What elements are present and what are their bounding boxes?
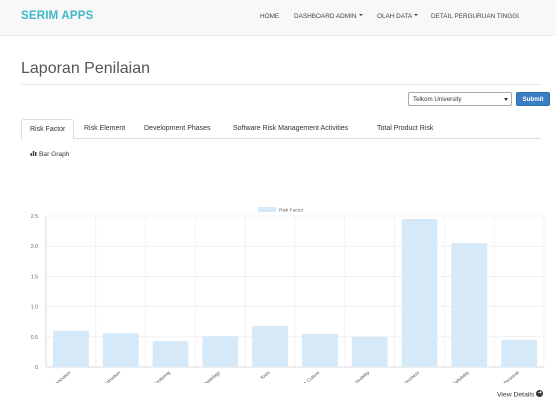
tab-total-product-risk[interactable]: Total Product Risk	[377, 119, 433, 139]
submit-button[interactable]: Submit	[516, 92, 550, 106]
y-tick-label: 1.5	[31, 274, 38, 280]
x-tick-label: Risk Culture	[298, 370, 321, 383]
tab-software-risk-management[interactable]: Software Risk Management Activities	[233, 119, 348, 139]
graph-label: Bar Graph	[30, 151, 69, 158]
x-tick-label: Usability	[354, 369, 371, 383]
y-tick-label: 0	[35, 365, 38, 371]
nav-home[interactable]: HOME	[260, 13, 279, 20]
bar	[252, 325, 289, 367]
x-tick-label: Personal	[503, 370, 520, 383]
bar	[152, 341, 189, 367]
legend-swatch	[258, 207, 276, 212]
tab-risk-element[interactable]: Risk Element	[84, 119, 125, 139]
nav-olah-data[interactable]: OLAH DATA	[377, 13, 419, 20]
main-nav: HOME DASHBOARD ADMIN OLAH DATA DETAIL PE…	[0, 13, 556, 25]
nav-olah-data-label: OLAH DATA	[377, 13, 413, 20]
bar	[52, 330, 89, 367]
graph-label-text: Bar Graph	[39, 151, 70, 158]
bar	[501, 339, 538, 367]
bar	[401, 219, 438, 367]
risk-factor-bar-chart: 0 0.5 1.0 1.5 2.0 2.5 Organization Estimation Mo…	[31, 207, 545, 383]
view-details-link[interactable]: View Details ➜	[497, 390, 544, 399]
main-content: Laporan Penilaian Telkom University Subm…	[0, 37, 556, 405]
bar	[301, 333, 338, 367]
bar	[451, 243, 488, 367]
bar-chart-icon	[30, 151, 37, 157]
page-title: Laporan Penilaian	[21, 60, 150, 77]
title-divider	[21, 84, 541, 85]
x-tick-label: Correctness	[398, 369, 421, 383]
bar	[102, 333, 139, 367]
legend-label: Risk Factor	[279, 208, 304, 214]
chevron-down-icon	[414, 14, 419, 17]
nav-detail-perguruan[interactable]: DETAIL PERGURUAN TINGGI	[431, 13, 519, 20]
x-tick-label: Organization	[48, 370, 72, 383]
bar	[202, 336, 239, 367]
report-tabs: Risk Factor Risk Element Development Pha…	[21, 119, 541, 140]
chevron-down-icon	[504, 98, 508, 101]
tab-development-phases[interactable]: Development Phases	[144, 119, 211, 139]
nav-home-label: HOME	[260, 13, 280, 20]
y-tick-label: 1.0	[31, 305, 38, 311]
view-details-label: View Details	[497, 391, 535, 399]
university-select[interactable]: Telkom University	[408, 92, 512, 106]
y-tick-label: 0.5	[31, 335, 38, 341]
bar	[351, 336, 388, 367]
arrow-right-circle-icon: ➜	[536, 390, 544, 397]
y-tick-label: 2.5	[31, 214, 38, 220]
nav-dashboard-admin[interactable]: DASHBOARD ADMIN	[294, 13, 363, 20]
x-tick-label: Tools	[259, 369, 271, 380]
nav-detail-perguruan-label: DETAIL PERGURUAN TINGGI	[431, 13, 519, 20]
nav-dashboard-admin-label: DASHBOARD ADMIN	[294, 13, 357, 20]
top-navbar: SERIM APPS HOME DASHBOARD ADMIN OLAH DAT…	[0, 0, 556, 36]
tab-risk-factor[interactable]: Risk Factor	[21, 119, 75, 140]
chevron-down-icon	[358, 14, 363, 17]
university-select-value: Telkom University	[413, 96, 462, 103]
x-tick-label: Development Methodology	[176, 369, 222, 383]
x-tick-label: Estimation	[102, 370, 122, 383]
y-tick-label: 2.0	[31, 244, 38, 250]
x-tick-label: Monitoring	[151, 370, 171, 383]
x-tick-label: Reliability	[452, 369, 471, 383]
